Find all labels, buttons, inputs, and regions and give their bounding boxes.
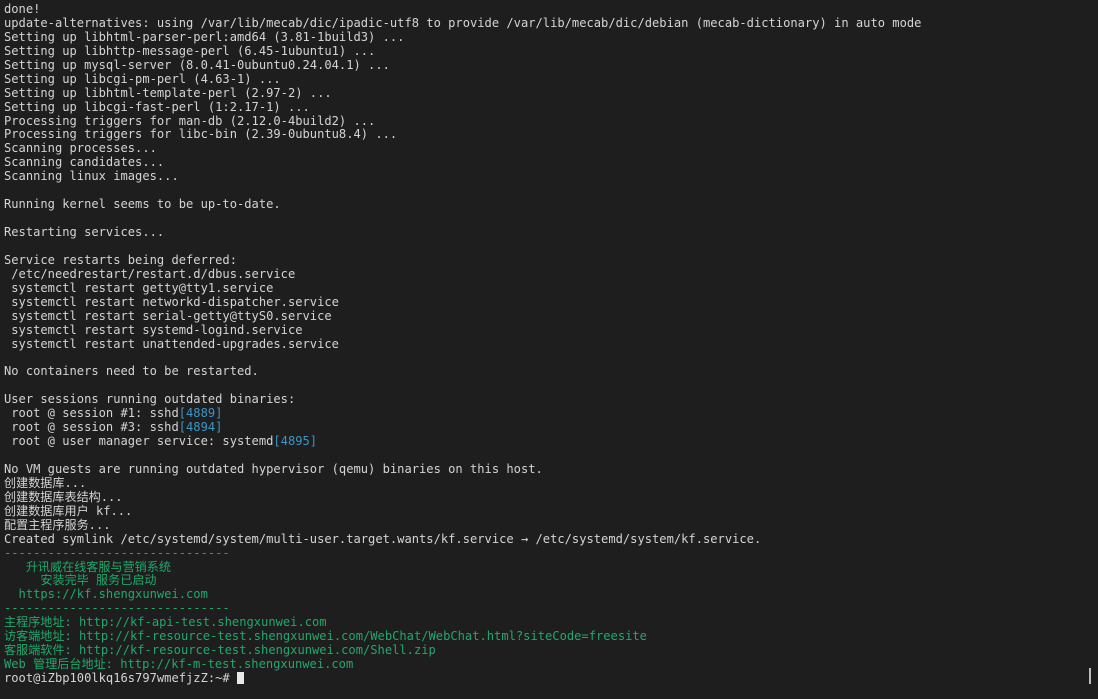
- terminal-line-text: Running kernel seems to be up-to-date.: [4, 197, 281, 212]
- command-prompt-line[interactable]: root@iZbp100lkq16s797wmefjzZ:~#: [4, 671, 1084, 686]
- terminal-line-text: 配置主程序服务...: [4, 517, 111, 532]
- terminal-line: 安装完毕 服务已启动: [4, 573, 1084, 588]
- terminal-line-text: Processing triggers for man-db (2.12.0-4…: [4, 113, 376, 128]
- terminal-line-text: 创建数据库...: [4, 475, 87, 490]
- terminal-line: https://kf.shengxunwei.com: [4, 587, 1084, 602]
- terminal-line: User sessions running outdated binaries:: [4, 392, 1084, 407]
- terminal-line: done!: [4, 2, 1084, 17]
- terminal-line: Setting up libhttp-message-perl (6.45-1u…: [4, 43, 1084, 59]
- terminal-line-text: Setting up libcgi-pm-perl (4.63-1) ...: [4, 71, 281, 86]
- terminal-line-text: 创建数据库用户 kf...: [4, 503, 133, 518]
- process-id: [4889]: [178, 406, 223, 421]
- terminal-line-text: Scanning candidates...: [4, 155, 165, 170]
- terminal-line-text: root @ session #1: sshd: [4, 406, 179, 421]
- terminal-line: systemctl restart unattended-upgrades.se…: [4, 336, 1084, 352]
- terminal-line-text: Setting up mysql-server (8.0.41-0ubuntu0…: [4, 57, 390, 72]
- terminal-line: systemctl restart networkd-dispatcher.se…: [4, 294, 1084, 310]
- process-id: [4895]: [273, 434, 318, 449]
- terminal-line-text: Scanning processes...: [4, 141, 157, 156]
- terminal-line-text: root @ user manager service: systemd: [4, 434, 274, 449]
- terminal-line: Scanning linux images...: [4, 169, 1084, 184]
- terminal-line: systemctl restart serial-getty@ttyS0.ser…: [4, 308, 1084, 324]
- shell-prompt: root@iZbp100lkq16s797wmefjzZ:~#: [4, 671, 237, 685]
- terminal-line-text: 访客端地址: http://kf-resource-test.shengxunw…: [4, 629, 647, 644]
- terminal-line: 创建数据库用户 kf...: [4, 503, 1084, 519]
- terminal-line-text: systemctl restart systemd-logind.service: [4, 322, 303, 337]
- terminal-line-text: Created symlink /etc/systemd/system/mult…: [4, 531, 762, 546]
- terminal-line: 客服端软件: http://kf-resource-test.shengxunw…: [4, 643, 1084, 658]
- terminal-line-text: 创建数据库表结构...: [4, 489, 123, 504]
- terminal-line: Scanning processes...: [4, 141, 1084, 156]
- terminal-line-text: update-alternatives: using /var/lib/meca…: [4, 15, 922, 30]
- terminal-line: Processing triggers for libc-bin (2.39-0…: [4, 127, 1084, 142]
- terminal-line-text: systemctl restart unattended-upgrades.se…: [4, 336, 339, 351]
- terminal-line: Scanning candidates...: [4, 155, 1084, 170]
- terminal-line: 创建数据库表结构...: [4, 489, 1084, 505]
- terminal-line: update-alternatives: using /var/lib/meca…: [4, 15, 1084, 31]
- terminal-line-text: No containers need to be restarted.: [4, 364, 259, 379]
- terminal-line-text: Setting up libhtml-parser-perl:amd64 (3.…: [4, 29, 405, 44]
- terminal-line: systemctl restart systemd-logind.service: [4, 322, 1084, 338]
- terminal-line: 升讯威在线客服与营销系统: [4, 559, 1084, 575]
- terminal-line-text: -------------------------------: [4, 545, 230, 560]
- terminal-line-text: User sessions running outdated binaries:: [4, 392, 296, 407]
- terminal-window[interactable]: done! update-alternatives: using /var/lib…: [0, 0, 1098, 699]
- terminal-line: Service restarts being deferred:: [4, 252, 1084, 268]
- terminal-line: Setting up mysql-server (8.0.41-0ubuntu0…: [4, 57, 1084, 73]
- terminal-line: systemctl restart getty@tty1.service: [4, 280, 1084, 296]
- terminal-line: Restarting services...: [4, 225, 1084, 240]
- terminal-line-text: Setting up libhttp-message-perl (6.45-1u…: [4, 43, 376, 58]
- terminal-line-text: -------------------------------: [4, 601, 230, 616]
- terminal-line: -------------------------------: [4, 545, 1084, 561]
- terminal-line: Processing triggers for man-db (2.12.0-4…: [4, 113, 1084, 129]
- terminal-line: Setting up libcgi-fast-perl (1:2.17-1) .…: [4, 99, 1084, 115]
- terminal-line: root @ session #1: sshd[4889]: [4, 406, 1084, 421]
- terminal-line-text: No VM guests are running outdated hyperv…: [4, 461, 543, 476]
- scrollbar-marker[interactable]: [1089, 668, 1091, 684]
- terminal-line-text: Web 管理后台地址: http://kf-m-test.shengxunwei…: [4, 657, 354, 672]
- terminal-line-text: done!: [4, 2, 41, 16]
- terminal-line: Web 管理后台地址: http://kf-m-test.shengxunwei…: [4, 657, 1084, 672]
- terminal-line-text: Scanning linux images...: [4, 169, 179, 184]
- terminal-line-text: Restarting services...: [4, 225, 165, 239]
- terminal-line: Created symlink /etc/systemd/system/mult…: [4, 531, 1084, 547]
- terminal-line-text: Setting up libcgi-fast-perl (1:2.17-1) .…: [4, 99, 310, 114]
- terminal-line: /etc/needrestart/restart.d/dbus.service: [4, 266, 1084, 282]
- process-id: [4894]: [178, 420, 223, 435]
- terminal-line-text: 客服端软件: http://kf-resource-test.shengxunw…: [4, 643, 436, 658]
- terminal-line: 配置主程序服务...: [4, 517, 1084, 533]
- terminal-line-text: /etc/needrestart/restart.d/dbus.service: [4, 266, 296, 281]
- terminal-line: No VM guests are running outdated hyperv…: [4, 461, 1084, 477]
- terminal-line-text: Service restarts being deferred:: [4, 252, 237, 267]
- terminal-line: Setting up libcgi-pm-perl (4.63-1) ...: [4, 71, 1084, 87]
- terminal-line-text: 主程序地址: http://kf-api-test.shengxunwei.co…: [4, 615, 327, 630]
- terminal-line-text: https://kf.shengxunwei.com: [4, 587, 208, 602]
- terminal-line: root @ session #3: sshd[4894]: [4, 420, 1084, 435]
- terminal-line-text: systemctl restart getty@tty1.service: [4, 280, 274, 295]
- terminal-line-text: 升讯威在线客服与营销系统: [4, 559, 171, 574]
- text-cursor: [237, 672, 244, 684]
- terminal-line: 创建数据库...: [4, 475, 1084, 491]
- terminal-line: Setting up libhtml-parser-perl:amd64 (3.…: [4, 29, 1084, 45]
- terminal-line-text: Processing triggers for libc-bin (2.39-0…: [4, 127, 398, 142]
- terminal-line: Setting up libhtml-template-perl (2.97-2…: [4, 85, 1084, 101]
- terminal-line-text: systemctl restart serial-getty@ttyS0.ser…: [4, 308, 332, 323]
- terminal-line: No containers need to be restarted.: [4, 364, 1084, 379]
- terminal-output: done! update-alternatives: using /var/lib…: [4, 2, 1084, 686]
- terminal-line-text: 安装完毕 服务已启动: [4, 573, 157, 588]
- terminal-line-text: Setting up libhtml-template-perl (2.97-2…: [4, 85, 332, 100]
- terminal-line-text: systemctl restart networkd-dispatcher.se…: [4, 294, 339, 309]
- terminal-line-text: root @ session #3: sshd: [4, 420, 179, 435]
- terminal-line: root @ user manager service: systemd[489…: [4, 434, 1084, 449]
- terminal-line: Running kernel seems to be up-to-date.: [4, 197, 1084, 212]
